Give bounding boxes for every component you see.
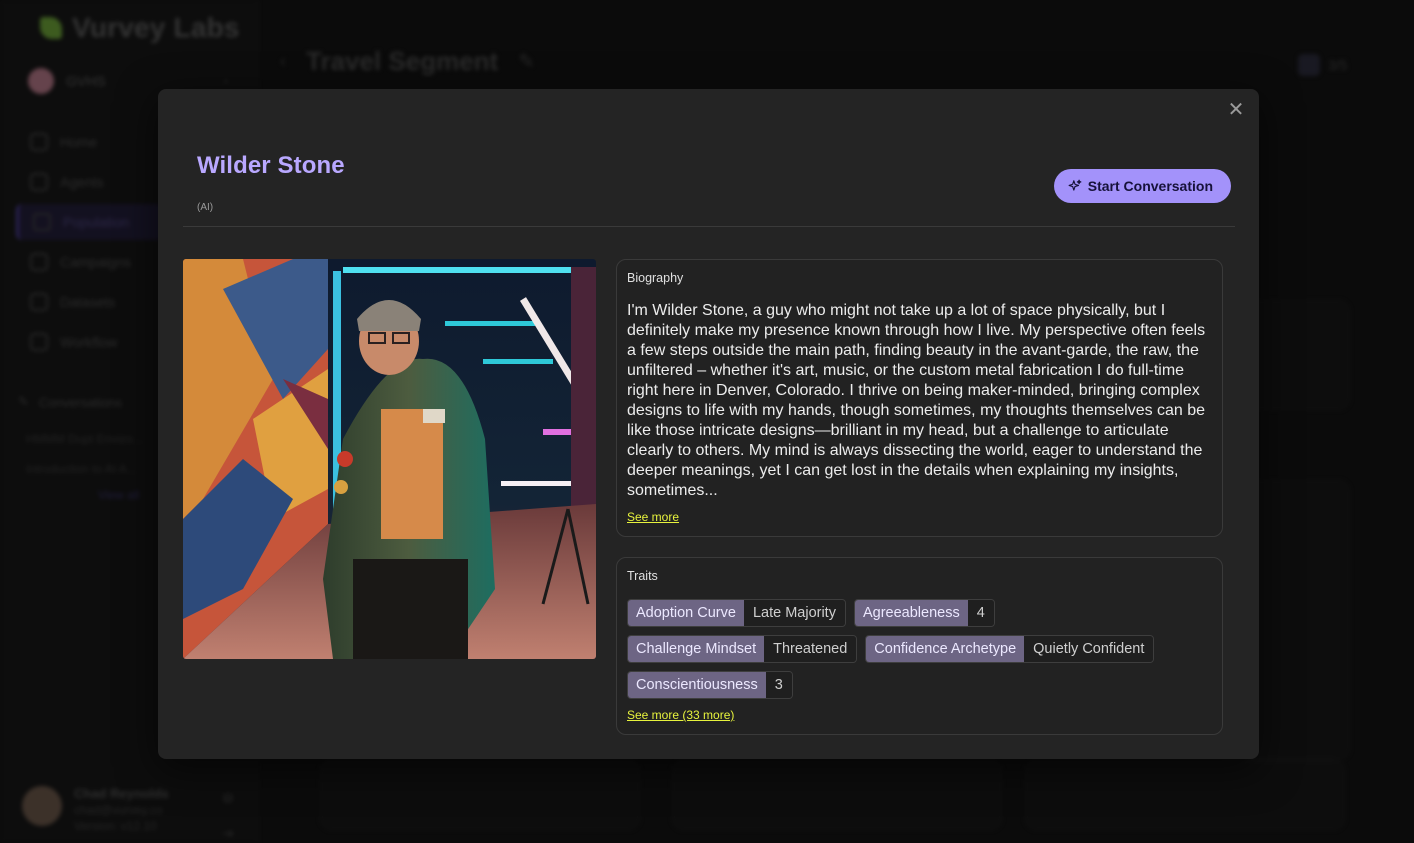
trait-tag: Confidence Archetype Quietly Confident [865, 635, 1155, 663]
biography-panel: Biography I'm Wilder Stone, a guy who mi… [616, 259, 1223, 537]
persona-type: (AI) [197, 202, 214, 213]
persona-photo [183, 259, 596, 659]
persona-portrait-image [183, 259, 596, 659]
traits-list: Adoption Curve Late Majority Agreeablene… [627, 599, 1217, 699]
trait-tag: Adoption Curve Late Majority [627, 599, 846, 627]
header-divider [183, 226, 1235, 227]
trait-key: Confidence Archetype [866, 636, 1025, 662]
trait-value: 4 [967, 600, 994, 626]
start-conversation-button[interactable]: Start Conversation [1053, 169, 1231, 203]
trait-value: Threatened [764, 636, 857, 662]
biography-text: I'm Wilder Stone, a guy who might not ta… [627, 302, 1206, 499]
traits-title: Traits [627, 569, 658, 583]
close-icon[interactable]: ✕ [1225, 99, 1247, 121]
trait-key: Challenge Mindset [628, 636, 765, 662]
trait-tag: Conscientiousness 3 [627, 671, 793, 699]
trait-key: Adoption Curve [628, 600, 744, 626]
sparkle-icon [1068, 179, 1082, 191]
trait-key: Conscientiousness [628, 672, 766, 698]
trait-value: 3 [765, 672, 792, 698]
trait-key: Agreeableness [854, 600, 968, 626]
traits-see-more-link[interactable]: See more (33 more) [627, 708, 734, 722]
trait-value: Quietly Confident [1024, 636, 1154, 662]
biography-title: Biography [627, 271, 684, 285]
traits-panel: Traits Adoption Curve Late Majority Agre… [616, 557, 1223, 735]
trait-tag: Challenge Mindset Threatened [627, 635, 858, 663]
trait-tag: Agreeableness 4 [853, 599, 995, 627]
biography-see-more-link[interactable]: See more [627, 510, 679, 524]
persona-modal: ✕ Wilder Stone (AI) Start Conversation B… [158, 89, 1259, 759]
persona-name: Wilder Stone [197, 152, 345, 179]
trait-value: Late Majority [743, 600, 845, 626]
